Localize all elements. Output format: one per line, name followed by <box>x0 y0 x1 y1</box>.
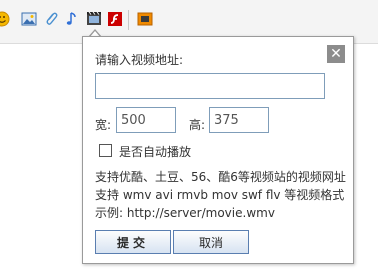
flash-icon[interactable] <box>107 11 123 27</box>
media-icon[interactable] <box>137 11 153 27</box>
height-label: 高: <box>189 118 206 132</box>
submit-button[interactable]: 提交 <box>95 230 171 254</box>
video-icon[interactable] <box>86 11 102 27</box>
video-url-label: 请输入视频地址: <box>95 53 184 67</box>
insert-video-dialog: ✕ 请输入视频地址: 宽: 高: 是否自动播放 支持优酷、土豆、56、酷6等视频… <box>82 36 354 264</box>
help-text-example: 示例: http://server/movie.wmv <box>95 206 275 220</box>
attachment-icon[interactable] <box>43 11 59 27</box>
help-text-formats: 支持 wmv avi rmvb mov swf flv 等视频格式 <box>95 188 345 202</box>
smiley-icon[interactable] <box>0 11 10 27</box>
cancel-button[interactable]: 取消 <box>173 230 249 254</box>
width-input[interactable] <box>116 107 176 133</box>
width-label: 宽: <box>95 118 112 132</box>
autoplay-checkbox[interactable] <box>99 144 112 157</box>
close-icon[interactable]: ✕ <box>327 45 345 63</box>
image-icon[interactable] <box>21 11 37 27</box>
video-url-input[interactable] <box>95 73 325 99</box>
toolbar-separator <box>128 10 129 30</box>
height-input[interactable] <box>209 107 269 133</box>
music-icon[interactable] <box>64 11 80 27</box>
autoplay-label[interactable]: 是否自动播放 <box>119 143 191 160</box>
help-text-sites: 支持优酷、土豆、56、酷6等视频站的视频网址 <box>95 170 346 184</box>
